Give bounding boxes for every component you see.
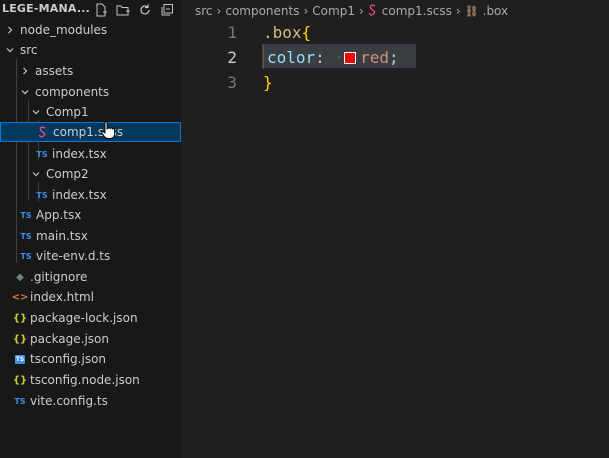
tree-item-label: tsconfig.json [30, 352, 107, 366]
chevron-down-icon [19, 86, 31, 98]
line-number: 2 [227, 48, 237, 67]
css-value: red [360, 48, 389, 67]
ts-file-icon: TS [20, 210, 32, 220]
breadcrumb: src › components › Comp1 › comp1.scss › … [195, 2, 508, 20]
scss-file-icon [37, 125, 49, 139]
tree-item-label: vite-env.d.ts [36, 249, 111, 263]
tree-item-comp2[interactable]: Comp2 [0, 164, 181, 184]
code-editor: src › components › Comp1 › comp1.scss › … [181, 0, 609, 458]
tree-item-label: Comp1 [46, 105, 89, 119]
breadcrumb-selector-label: .box [482, 4, 509, 18]
collapse-all-icon[interactable] [158, 1, 176, 18]
refresh-icon[interactable] [136, 1, 154, 18]
code-text: .box{ [263, 20, 311, 45]
tree-item-index-html[interactable]: <> index.html [0, 287, 181, 307]
tree-item-label: package-lock.json [30, 311, 138, 325]
tree-item-label: index.html [30, 290, 94, 304]
chevron-down-icon [4, 44, 16, 56]
json-file-icon: {} [12, 333, 28, 345]
tree-item-label: index.tsx [52, 147, 107, 161]
tree-item-vite-config[interactable]: TS vite.config.ts [0, 391, 181, 411]
tree-item-comp1-scss[interactable]: comp1.scss [0, 122, 181, 142]
color-swatch[interactable] [344, 51, 357, 64]
css-selector: .box [263, 23, 302, 42]
new-file-icon[interactable] [92, 1, 110, 18]
tree-item-label: tsconfig.node.json [30, 373, 140, 387]
tree-item-assets[interactable]: assets [0, 61, 181, 81]
ts-file-icon: TS [36, 149, 48, 159]
code-text: color: · red; [267, 45, 399, 70]
breadcrumb-item-comp1[interactable]: Comp1 [312, 4, 355, 18]
explorer-actions [92, 1, 180, 18]
close-brace: } [263, 73, 273, 92]
line-number: 1 [227, 23, 237, 42]
hand-cursor-icon [101, 121, 116, 143]
explorer-title[interactable]: LEGE-MANA... [2, 2, 90, 15]
breadcrumb-item-selector[interactable]: ⛓ .box [465, 4, 508, 18]
breadcrumb-item-file[interactable]: comp1.scss [368, 4, 452, 19]
chevron-right-icon [19, 65, 31, 77]
tree-item-label: package.json [30, 332, 110, 346]
tree-item-label: index.tsx [52, 188, 107, 202]
explorer-header: LEGE-MANA... [0, 0, 181, 20]
new-folder-icon[interactable] [114, 1, 132, 18]
selector-icon: ⛓ [464, 4, 479, 18]
code-line: 2 color: · red; [181, 45, 609, 70]
tsconfig-file-icon: TS [15, 354, 25, 364]
tree-item-vite-env[interactable]: TS vite-env.d.ts [0, 246, 181, 266]
tree-item-comp2-index-tsx[interactable]: TS index.tsx [0, 185, 181, 205]
breadcrumb-item-components[interactable]: components [225, 4, 299, 18]
tree-item-label: src [20, 43, 38, 57]
ts-file-icon: TS [20, 231, 32, 241]
code-text: } [263, 70, 273, 95]
breadcrumb-file-label: comp1.scss [381, 4, 452, 18]
open-brace: { [301, 23, 312, 42]
semicolon: ; [388, 48, 399, 67]
ts-file-icon: TS [20, 251, 32, 261]
json-file-icon: {} [12, 374, 28, 386]
tree-item-comp1-index-tsx[interactable]: TS index.tsx [0, 144, 181, 164]
tree-item-comp1[interactable]: Comp1 [0, 102, 181, 122]
tree-item-app-tsx[interactable]: TS App.tsx [0, 205, 181, 225]
tree-item-package-json[interactable]: {} package.json [0, 329, 181, 349]
chevron-right-icon: › [358, 4, 364, 18]
tree-item-label: main.tsx [36, 229, 88, 243]
tree-item-tsconfig[interactable]: TS tsconfig.json [0, 349, 181, 369]
tree-item-label: assets [35, 64, 74, 78]
ts-file-icon: TS [36, 190, 48, 200]
explorer-sidebar: LEGE-MANA... node_modules src assets com… [0, 0, 181, 458]
colon: : [315, 48, 335, 67]
json-file-icon: {} [12, 312, 28, 324]
code-line: 1 .box{ [181, 20, 609, 45]
tree-item-label: node_modules [20, 23, 108, 37]
tree-item-gitignore[interactable]: ◆ .gitignore [0, 267, 181, 287]
tree-item-tsconfig-node[interactable]: {} tsconfig.node.json [0, 370, 181, 390]
chevron-down-icon [30, 168, 42, 180]
chevron-right-icon: › [303, 4, 309, 18]
tree-item-components[interactable]: components [0, 82, 181, 102]
html-file-icon: <> [11, 291, 29, 303]
chevron-down-icon [30, 106, 42, 118]
scss-file-icon [368, 4, 378, 19]
tree-item-label: App.tsx [36, 208, 82, 222]
whitespace-dot: · [334, 48, 345, 67]
chevron-right-icon: › [455, 4, 461, 18]
tree-item-main-tsx[interactable]: TS main.tsx [0, 226, 181, 246]
line-number: 3 [227, 73, 237, 92]
css-property: color [267, 48, 316, 67]
chevron-right-icon: › [216, 4, 222, 18]
tree-item-label: vite.config.ts [30, 394, 108, 408]
tree-item-node-modules[interactable]: node_modules [0, 20, 181, 40]
tree-item-label: components [35, 85, 110, 99]
breadcrumb-item-src[interactable]: src [195, 4, 213, 18]
tree-item-package-lock[interactable]: {} package-lock.json [0, 308, 181, 328]
tree-item-label: .gitignore [30, 270, 88, 284]
gitignore-file-icon: ◆ [16, 271, 24, 283]
chevron-right-icon [4, 24, 16, 36]
ts-file-icon: TS [14, 396, 26, 406]
tree-item-src[interactable]: src [0, 40, 181, 60]
tree-item-label: Comp2 [46, 167, 89, 181]
code-line: 3 } [181, 70, 609, 95]
